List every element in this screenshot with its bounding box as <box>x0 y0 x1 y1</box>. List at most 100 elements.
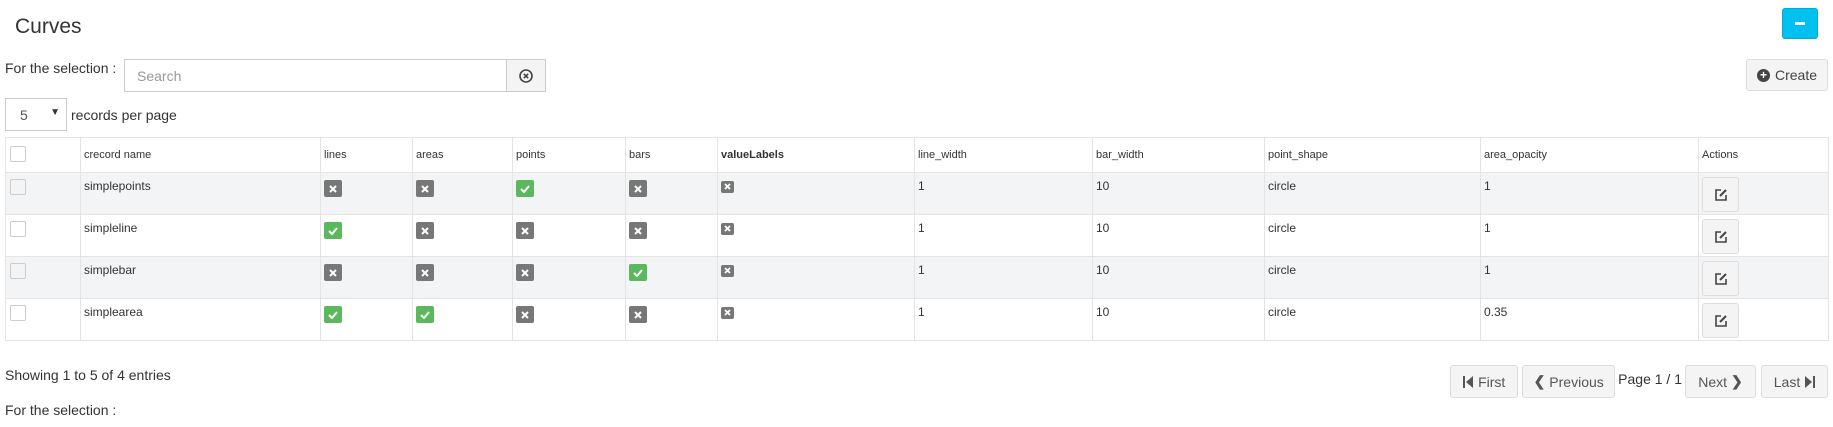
chevron-right-icon: ❯ <box>1731 373 1743 389</box>
cell-actions <box>1698 172 1829 215</box>
cross-icon <box>324 264 342 281</box>
cell-line-width: 1 <box>914 172 1093 215</box>
cross-icon <box>629 222 647 239</box>
edit-button[interactable] <box>1702 303 1739 338</box>
create-button-label: Create <box>1774 67 1817 83</box>
create-button[interactable]: + Create <box>1745 59 1828 91</box>
clear-search-button[interactable] <box>506 60 545 91</box>
cross-icon <box>629 306 647 323</box>
check-icon <box>324 222 342 239</box>
row-select-cell <box>5 214 81 257</box>
cell-areas <box>412 172 513 215</box>
entries-summary: Showing 1 to 5 of 4 entries <box>5 367 171 383</box>
row-select-cell <box>5 256 81 299</box>
select-all-cell <box>5 137 81 173</box>
cell-name: simplearea <box>80 298 321 341</box>
last-page-button[interactable]: Last <box>1761 365 1828 398</box>
edit-button[interactable] <box>1702 177 1739 212</box>
column-header-point-shape[interactable]: point_shape <box>1264 137 1481 173</box>
next-page-button[interactable]: Next ❯ <box>1685 365 1756 398</box>
column-header-areas[interactable]: areas <box>412 137 513 173</box>
cell-line-width: 1 <box>914 214 1093 257</box>
column-header-bar-width[interactable]: bar_width <box>1092 137 1265 173</box>
cell-area-opacity: 1 <box>1480 256 1699 299</box>
cross-icon <box>629 180 647 197</box>
cell-bars <box>625 214 718 257</box>
cell-name: simplebar <box>80 256 321 299</box>
row-checkbox[interactable] <box>10 179 26 195</box>
column-header-line-width[interactable]: line_width <box>914 137 1093 173</box>
row-checkbox[interactable] <box>10 263 26 279</box>
cell-lines <box>320 298 413 341</box>
cell-points <box>512 172 626 215</box>
cell-valuelabels <box>717 214 915 257</box>
cell-area-opacity: 1 <box>1480 172 1699 215</box>
cell-areas <box>412 298 513 341</box>
cell-area-opacity: 0.35 <box>1480 298 1699 341</box>
chevron-left-icon: ❮ <box>1533 373 1546 389</box>
cross-icon <box>721 222 734 235</box>
row-checkbox[interactable] <box>10 221 26 237</box>
caret-down-icon: ▼ <box>50 107 60 118</box>
column-header-area-opacity[interactable]: area_opacity <box>1480 137 1699 173</box>
cell-areas <box>412 214 513 257</box>
page-indicator: Page 1 / 1 <box>1618 370 1682 387</box>
column-header-bars[interactable]: bars <box>625 137 718 173</box>
column-header-points[interactable]: points <box>512 137 626 173</box>
cross-icon <box>721 306 734 319</box>
next-page-label: Next <box>1698 373 1728 390</box>
edit-icon <box>1714 230 1727 243</box>
cell-valuelabels <box>717 256 915 299</box>
search-box <box>124 59 546 92</box>
column-header-valuelabels[interactable]: valueLabels <box>717 137 915 173</box>
cell-point-shape: circle <box>1264 298 1481 341</box>
search-input[interactable] <box>125 60 506 91</box>
cell-point-shape: circle <box>1264 172 1481 215</box>
edit-icon <box>1714 188 1727 201</box>
cell-name: simpleline <box>80 214 321 257</box>
check-icon <box>416 306 434 323</box>
pagination: First ❮ Previous Page 1 / 1 Next ❯ Last <box>1450 365 1828 398</box>
collapse-button[interactable] <box>1782 8 1818 39</box>
cell-actions <box>1698 256 1829 299</box>
panel-title: Curves <box>15 15 82 38</box>
selection-label: For the selection : <box>5 60 117 76</box>
cell-line-width: 1 <box>914 298 1093 341</box>
cell-area-opacity: 1 <box>1480 214 1699 257</box>
records-per-page-label: records per page <box>71 107 177 123</box>
column-header-lines[interactable]: lines <box>320 137 413 173</box>
column-header-name[interactable]: crecord name <box>80 137 321 173</box>
select-all-checkbox[interactable] <box>10 145 26 162</box>
first-page-button[interactable]: First <box>1450 365 1519 398</box>
cell-actions <box>1698 214 1829 257</box>
cell-points <box>512 298 626 341</box>
cell-line-width: 1 <box>914 256 1093 299</box>
row-select-cell <box>5 298 81 341</box>
cell-name: simplepoints <box>80 172 321 215</box>
records-per-page-select[interactable]: 5 ▼ <box>5 98 67 131</box>
cross-icon <box>416 222 434 239</box>
cross-icon <box>416 264 434 281</box>
check-icon <box>324 306 342 323</box>
cell-bars <box>625 298 718 341</box>
edit-button[interactable] <box>1702 261 1739 296</box>
table-row: simplepoints 1 10 circle 1 <box>5 172 1829 215</box>
edit-button[interactable] <box>1702 219 1739 254</box>
cell-valuelabels <box>717 172 915 215</box>
previous-page-label: Previous <box>1549 373 1604 390</box>
cell-lines <box>320 256 413 299</box>
records-per-page-value: 5 <box>20 106 28 123</box>
cell-bar-width: 10 <box>1092 214 1265 257</box>
row-checkbox[interactable] <box>10 305 26 321</box>
column-header-actions: Actions <box>1698 137 1829 173</box>
plus-circle-icon: + <box>1756 68 1770 82</box>
cell-lines <box>320 172 413 215</box>
edit-icon <box>1714 314 1727 327</box>
minus-icon <box>1795 22 1805 25</box>
row-select-cell <box>5 172 81 215</box>
cross-icon <box>324 180 342 197</box>
previous-page-button[interactable]: ❮ Previous <box>1522 365 1616 398</box>
last-page-label: Last <box>1773 373 1801 390</box>
cross-icon <box>516 222 534 239</box>
cell-bar-width: 10 <box>1092 256 1265 299</box>
